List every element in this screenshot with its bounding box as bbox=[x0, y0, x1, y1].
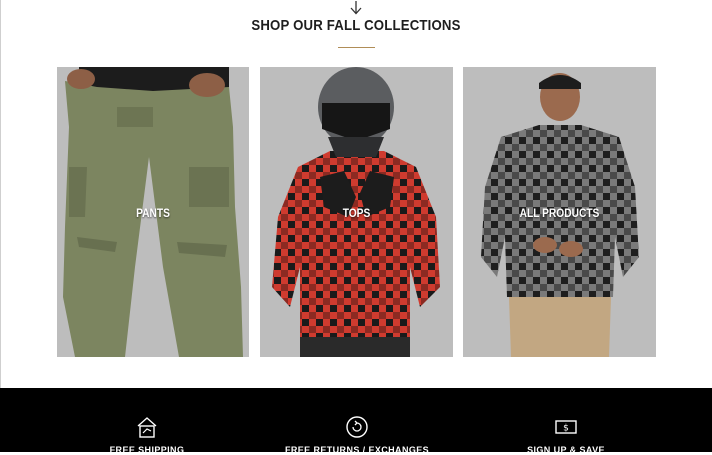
collection-card-tops[interactable]: TOPS bbox=[260, 67, 453, 357]
return-arrow-icon bbox=[346, 416, 368, 438]
features-footer: FREE SHIPPING FREE RETURNS / EXCHANGES $… bbox=[0, 388, 712, 455]
feature-label-shipping: FREE SHIPPING bbox=[109, 445, 185, 455]
feature-sign-up-save[interactable]: $ SIGN UP & SAVE bbox=[491, 415, 641, 455]
feature-free-shipping[interactable]: FREE SHIPPING bbox=[72, 415, 222, 455]
svg-text:$: $ bbox=[563, 424, 569, 434]
feature-label-returns: FREE RETURNS / EXCHANGES bbox=[284, 445, 430, 455]
feature-free-returns[interactable]: FREE RETURNS / EXCHANGES bbox=[282, 415, 432, 455]
arrow-down-icon bbox=[350, 1, 362, 15]
collection-card-pants[interactable]: PANTS bbox=[57, 67, 249, 357]
feature-label-signup: SIGN UP & SAVE bbox=[527, 445, 605, 455]
heading-underline bbox=[338, 47, 375, 48]
page-left-border bbox=[0, 0, 1, 388]
shipping-house-icon bbox=[137, 417, 157, 438]
section-heading: SHOP OUR FALL COLLECTIONS bbox=[251, 17, 461, 34]
dollar-bill-icon: $ bbox=[555, 420, 577, 434]
collection-label-pants: PANTS bbox=[136, 206, 170, 220]
collection-label-all-products: ALL PRODUCTS bbox=[519, 206, 600, 220]
collection-label-tops: TOPS bbox=[342, 206, 371, 220]
collection-card-all-products[interactable]: ALL PRODUCTS bbox=[463, 67, 656, 357]
